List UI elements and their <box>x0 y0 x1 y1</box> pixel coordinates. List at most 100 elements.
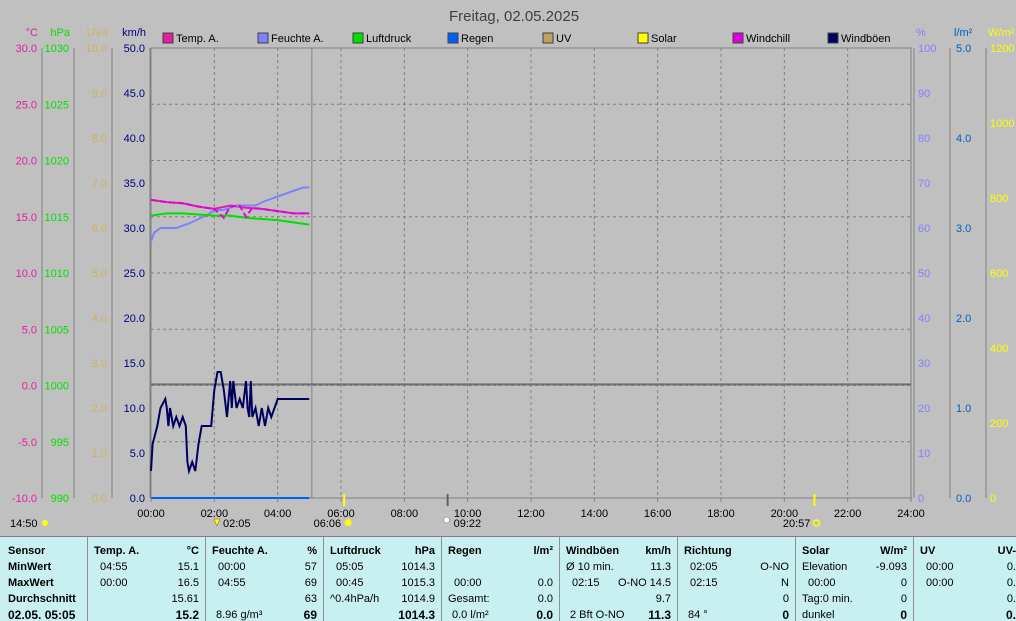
tick-label-uv: 1.0 <box>92 448 107 460</box>
rain-unit: l/m² <box>533 545 553 557</box>
uv-r2-time: 00:00 <box>926 577 954 589</box>
temp-min-time: 04:55 <box>100 561 128 573</box>
row-avg-label: Durchschnitt <box>8 593 76 605</box>
pressure-trend-value: 1014.9 <box>401 593 435 605</box>
tick-label-pressure: 1000 <box>45 381 69 393</box>
tick-label-uv: 0.0 <box>92 493 107 505</box>
legend: Temp. A. Feuchte A. Luftdruck Regen UV Solar W… <box>162 32 891 45</box>
tick-label-wind: 0.0 <box>130 493 145 505</box>
humidity-header: Feuchte A. <box>212 545 268 557</box>
tick-label-wind: 15.0 <box>124 358 145 370</box>
row-current-label: 02.05. 05:05 <box>8 608 76 621</box>
x-tick-label: 24:00 <box>897 508 925 520</box>
tick-label-temp: 0.0 <box>22 381 37 393</box>
tick-label-uv: 9.0 <box>92 88 107 100</box>
tick-label-solar: 0 <box>990 493 996 505</box>
col-temp: Temp. A. °C 04:55 15.1 00:00 16.5 15.61 15.… <box>88 537 206 621</box>
tick-label-wind: 5.0 <box>130 448 145 460</box>
tick-label-wind: 25.0 <box>124 268 145 280</box>
tick-label-wind: 45.0 <box>124 88 145 100</box>
tick-label-solar: 800 <box>990 193 1008 205</box>
direction-r2-time: 02:15 <box>690 577 718 589</box>
gusts-max-direction: O-NO <box>618 577 647 589</box>
solar-day-value: 0 <box>900 593 907 605</box>
pressure-unit: hPa <box>414 545 435 557</box>
moonset-icon <box>213 518 221 527</box>
pressure-min-value: 1014.3 <box>401 561 435 573</box>
axis-unit-temp: °C <box>26 27 38 39</box>
axis-unit-pressure: hPa <box>50 27 70 39</box>
rain-total-value: 0.0 <box>537 593 553 605</box>
legend-label: Feuchte A. <box>271 33 324 45</box>
legend-swatch <box>637 32 649 44</box>
rain-max-value: 0.0 <box>537 577 553 589</box>
direction-r2-value: N <box>781 577 789 589</box>
direction-header: Richtung <box>684 545 732 557</box>
humidity-min-time: 00:00 <box>218 561 246 573</box>
x-tick-label: 08:00 <box>391 508 419 520</box>
gusts-current-value: 11.3 <box>648 608 671 621</box>
legend-label: Windböen <box>841 33 891 45</box>
legend-swatch <box>447 32 459 44</box>
moon-phase-time: 09:22 <box>454 518 482 530</box>
temp-current-value: 15.2 <box>175 608 199 621</box>
solar-state: dunkel <box>802 609 835 621</box>
solar-elevation-value: -9.093 <box>875 561 907 573</box>
legend-label: Luftdruck <box>366 33 412 45</box>
temp-max-value: 16.5 <box>177 577 199 589</box>
solar-unit: W/m² <box>880 545 907 557</box>
legend-label: Windchill <box>746 33 790 45</box>
uv-r2-value: 0. <box>1006 577 1016 589</box>
tick-label-temp: 20.0 <box>16 156 37 168</box>
axis-unit-rain: l/m² <box>954 27 973 39</box>
col-sensor: Sensor MinWert MaxWert Durchschnitt 02.0… <box>0 537 88 621</box>
tick-label-uv: 7.0 <box>92 178 107 190</box>
solar-max-value: 0 <box>900 577 907 589</box>
legend-swatch <box>257 32 269 44</box>
x-tick-label: 00:00 <box>137 508 165 520</box>
direction-current-value: 0 <box>782 608 789 621</box>
sunrise-icon: ✹ <box>343 516 353 530</box>
gusts-unit: km/h <box>645 545 671 557</box>
tick-label-humidity: 90 <box>918 88 930 100</box>
gusts-max-time: 02:15 <box>572 577 600 589</box>
tick-label-uv: 10.0 <box>86 43 107 55</box>
tick-label-uv: 4.0 <box>92 313 107 325</box>
uv-r1-time: 00:00 <box>926 561 954 573</box>
tick-label-rain: 2.0 <box>956 313 971 325</box>
row-min-label: MinWert <box>8 561 52 573</box>
weather-chart: Freitag, 02.05.2025 Temp. A. Feuchte A. Lu… <box>10 8 1015 530</box>
tick-label-uv: 5.0 <box>92 268 107 280</box>
legend-swatch <box>162 32 174 44</box>
tick-label-uv: 6.0 <box>92 223 107 235</box>
x-tick-label: 22:00 <box>834 508 862 520</box>
tick-label-temp: 5.0 <box>22 324 37 336</box>
tick-label-temp: 30.0 <box>16 43 37 55</box>
tick-label-uv: 8.0 <box>92 133 107 145</box>
rain-total-label: Gesamt: <box>448 593 490 605</box>
tick-label-wind: 35.0 <box>124 178 145 190</box>
tick-label-humidity: 0 <box>918 493 924 505</box>
sunrise-time: 06:06 <box>314 518 342 530</box>
tick-label-solar: 600 <box>990 268 1008 280</box>
gusts-avg10-value: 11.3 <box>650 561 671 573</box>
right-axes: %1009080706050403020100l/m²5.04.03.02.01… <box>913 27 1015 505</box>
moonrise-time: 14:50 <box>10 518 38 530</box>
tick-label-pressure: 990 <box>51 493 69 505</box>
tick-label-pressure: 1030 <box>45 43 69 55</box>
legend-label: Solar <box>651 33 677 45</box>
humidity-absolute: 8.96 g/m³ <box>216 609 263 621</box>
tick-label-humidity: 80 <box>918 133 930 145</box>
tick-label-temp: 15.0 <box>16 212 37 224</box>
axis-unit-humidity: % <box>916 27 926 39</box>
summary-table: Sensor MinWert MaxWert Durchschnitt 02.0… <box>0 536 1016 621</box>
sensor-header: Sensor <box>8 545 46 557</box>
tick-label-humidity: 20 <box>918 403 930 415</box>
pressure-current-value: 1014.3 <box>398 608 435 621</box>
solar-max-time: 00:00 <box>808 577 836 589</box>
tick-label-humidity: 40 <box>918 313 930 325</box>
tick-label-pressure: 1020 <box>45 156 69 168</box>
tick-label-pressure: 1005 <box>45 324 69 336</box>
tick-label-uv: 3.0 <box>92 358 107 370</box>
rain-header: Regen <box>448 545 482 557</box>
